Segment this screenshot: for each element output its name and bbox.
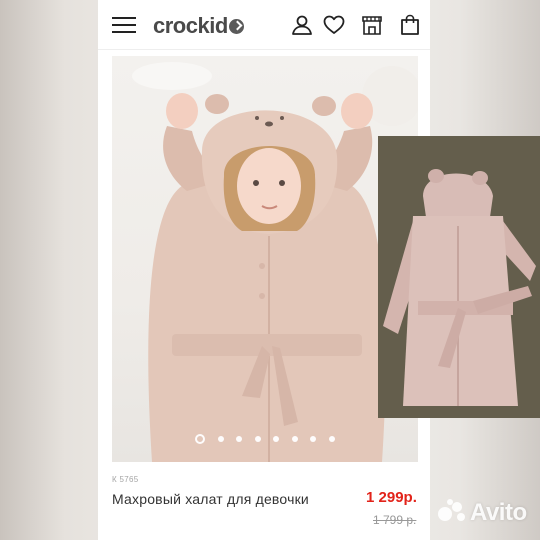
gallery-dot[interactable] — [236, 435, 243, 442]
gallery-pagination — [112, 430, 418, 448]
real-robe-photo — [378, 136, 540, 418]
product-title[interactable]: Махровый халат для девочки — [112, 491, 309, 507]
child-in-bathrobe-illustration — [132, 62, 418, 462]
avito-watermark: Avito — [437, 498, 527, 527]
product-price: 1 299р. — [366, 489, 417, 506]
gallery-dot[interactable] — [310, 435, 317, 442]
gallery-dot[interactable] — [273, 435, 280, 442]
menu-icon[interactable] — [112, 15, 136, 35]
top-navigation-bar: crockid — [98, 0, 430, 50]
brand-logo[interactable]: crockid — [153, 13, 244, 39]
store-icon[interactable] — [360, 13, 384, 37]
logo-mark-icon — [228, 19, 244, 34]
user-icon[interactable] — [290, 13, 314, 37]
avito-watermark-text: Avito — [470, 499, 527, 526]
brand-logo-text: crockid — [153, 13, 228, 38]
avito-logo-icon — [438, 499, 465, 521]
gallery-dot[interactable] — [195, 433, 206, 444]
gallery-dot[interactable] — [217, 435, 224, 442]
product-sku: К 5765 — [112, 475, 139, 484]
gallery-dot[interactable] — [254, 435, 261, 442]
product-old-price: 1 799 р. — [373, 513, 417, 527]
shopping-bag-icon[interactable] — [398, 13, 422, 37]
product-image[interactable] — [112, 56, 418, 462]
gallery-dot[interactable] — [328, 435, 335, 442]
heart-icon[interactable] — [322, 13, 346, 37]
gallery-dot[interactable] — [291, 435, 298, 442]
robe-photo-illustration — [378, 136, 540, 418]
